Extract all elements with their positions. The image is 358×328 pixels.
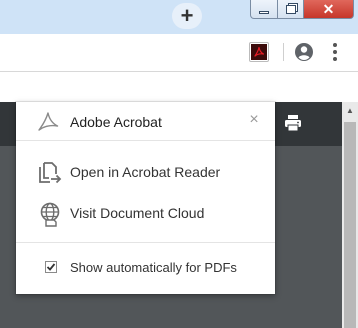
new-tab-button[interactable]: + [172,3,202,29]
more-vertical-icon[interactable] [328,41,342,63]
acrobat-extension-button[interactable] [249,42,269,62]
minimize-icon [259,10,269,14]
scroll-up-icon[interactable]: ▲ [342,102,358,118]
maximize-button[interactable] [278,0,304,19]
print-icon[interactable] [283,113,303,133]
menu-dot [333,43,337,47]
scrollbar[interactable]: ▲ [342,102,358,328]
show-automatically-label: Show automatically for PDFs [70,260,237,275]
close-icon[interactable]: × [246,112,262,128]
popup-title: Adobe Acrobat [70,114,162,130]
toolbar-separator [283,43,284,61]
menu-dot [333,50,337,54]
show-automatically-checkbox[interactable] [45,261,57,273]
adobe-acrobat-logo-icon [38,112,59,131]
menu-item-label: Visit Document Cloud [70,205,205,221]
window-controls: ✕ [250,0,358,19]
account-circle-icon [295,43,313,61]
menu-item-open-in-reader[interactable]: Open in Acrobat Reader [16,152,275,192]
checkmark-icon [46,263,56,271]
close-window-button[interactable]: ✕ [304,0,354,19]
menu-dot [333,57,337,61]
show-automatically-option[interactable]: Show automatically for PDFs [16,252,275,282]
tab-strip: + ✕ [0,0,358,34]
open-in-reader-icon [39,162,62,184]
popup-divider [16,242,275,243]
scrollbar-thumb[interactable] [344,122,356,328]
popup-header: Adobe Acrobat × [16,102,275,141]
profile-button[interactable] [293,41,315,63]
maximize-icon [285,4,296,14]
document-cloud-icon [40,202,60,227]
acrobat-popup: Adobe Acrobat × Open in Acrobat Reader V… [16,102,275,294]
browser-toolbar [0,34,358,72]
adobe-acrobat-icon [251,44,267,60]
minimize-button[interactable] [250,0,278,19]
menu-item-visit-document-cloud[interactable]: Visit Document Cloud [16,193,275,233]
menu-item-label: Open in Acrobat Reader [70,164,221,180]
browser-window: + ✕ ▲ Adobe Acrobat × Open in Acrobat Re… [0,0,358,328]
